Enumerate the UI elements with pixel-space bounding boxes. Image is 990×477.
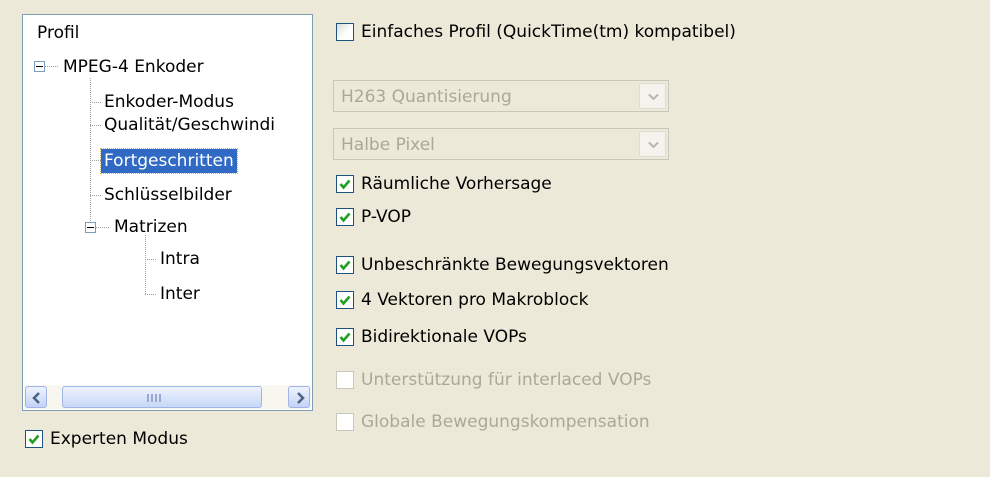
gmc-checkbox[interactable] [336, 413, 354, 431]
unrestricted-mv-label[interactable]: Unbeschränkte Bewegungsvektoren [361, 255, 669, 275]
scroll-right-button[interactable] [288, 386, 310, 408]
grip-icon [147, 394, 161, 402]
checkmark-icon [339, 295, 351, 306]
dropdown-arrow-button[interactable] [639, 83, 666, 109]
tree-node-inter[interactable]: Inter [157, 282, 203, 306]
dropdown-arrow-button[interactable] [639, 131, 666, 157]
tree-collapse-mpeg4-icon[interactable] [34, 61, 45, 72]
chevron-down-icon [648, 141, 659, 149]
four-mv-checkbox[interactable] [336, 291, 354, 309]
tree-node-fortgeschritten[interactable]: Fortgeschritten [100, 148, 238, 174]
checkmark-icon [339, 212, 351, 223]
tree-node-schluesselbilder[interactable]: Schlüsselbilder [101, 183, 235, 207]
arrow-right-icon [297, 392, 305, 404]
tree-horizontal-scrollbar[interactable] [24, 385, 311, 409]
tree-node-qualitaet[interactable]: Qualität/Geschwindi [101, 113, 278, 137]
expert-mode-label[interactable]: Experten Modus [50, 429, 188, 449]
bidirectional-checkbox[interactable] [336, 328, 354, 346]
quantization-value: H263 Quantisierung [341, 87, 512, 107]
interlaced-checkbox[interactable] [336, 371, 354, 389]
scrollbar-thumb[interactable] [62, 386, 262, 408]
tree-node-mpeg4-enkoder[interactable]: MPEG-4 Enkoder [60, 55, 207, 79]
gmc-label[interactable]: Globale Bewegungskompensation [361, 412, 650, 432]
interlaced-label[interactable]: Unterstützung für interlaced VOPs [361, 370, 651, 390]
tree-node-intra[interactable]: Intra [157, 247, 203, 271]
checkmark-icon [28, 434, 40, 445]
simple-profile-label[interactable]: Einfaches Profil (QuickTime(tm) kompatib… [361, 22, 736, 42]
tree-node-enkoder-modus[interactable]: Enkoder-Modus [101, 90, 237, 114]
spatial-prediction-label[interactable]: Räumliche Vorhersage [361, 174, 552, 194]
chevron-down-icon [648, 93, 659, 101]
four-mv-label[interactable]: 4 Vektoren pro Makroblock [361, 290, 588, 310]
tree-node-profil[interactable]: Profil [34, 21, 82, 45]
pvop-checkbox[interactable] [336, 208, 354, 226]
spatial-prediction-checkbox[interactable] [336, 175, 354, 193]
quantization-dropdown[interactable]: H263 Quantisierung [333, 80, 669, 112]
tree-node-matrizen[interactable]: Matrizen [111, 215, 191, 239]
checkmark-icon [339, 332, 351, 343]
scroll-left-button[interactable] [25, 386, 47, 408]
expert-mode-checkbox[interactable] [25, 430, 43, 448]
settings-tree[interactable]: Profil MPEG-4 Enkoder Enkoder-Modus Qual… [22, 14, 313, 411]
pvop-label[interactable]: P-VOP [361, 207, 411, 227]
checkmark-icon [339, 260, 351, 271]
bidirectional-label[interactable]: Bidirektionale VOPs [361, 327, 527, 347]
unrestricted-mv-checkbox[interactable] [336, 256, 354, 274]
simple-profile-checkbox[interactable] [336, 23, 354, 41]
checkmark-icon [339, 179, 351, 190]
pixel-precision-value: Halbe Pixel [341, 135, 435, 155]
arrow-left-icon [32, 392, 40, 404]
tree-collapse-matrizen-icon[interactable] [85, 222, 96, 233]
pixel-precision-dropdown[interactable]: Halbe Pixel [333, 128, 669, 160]
